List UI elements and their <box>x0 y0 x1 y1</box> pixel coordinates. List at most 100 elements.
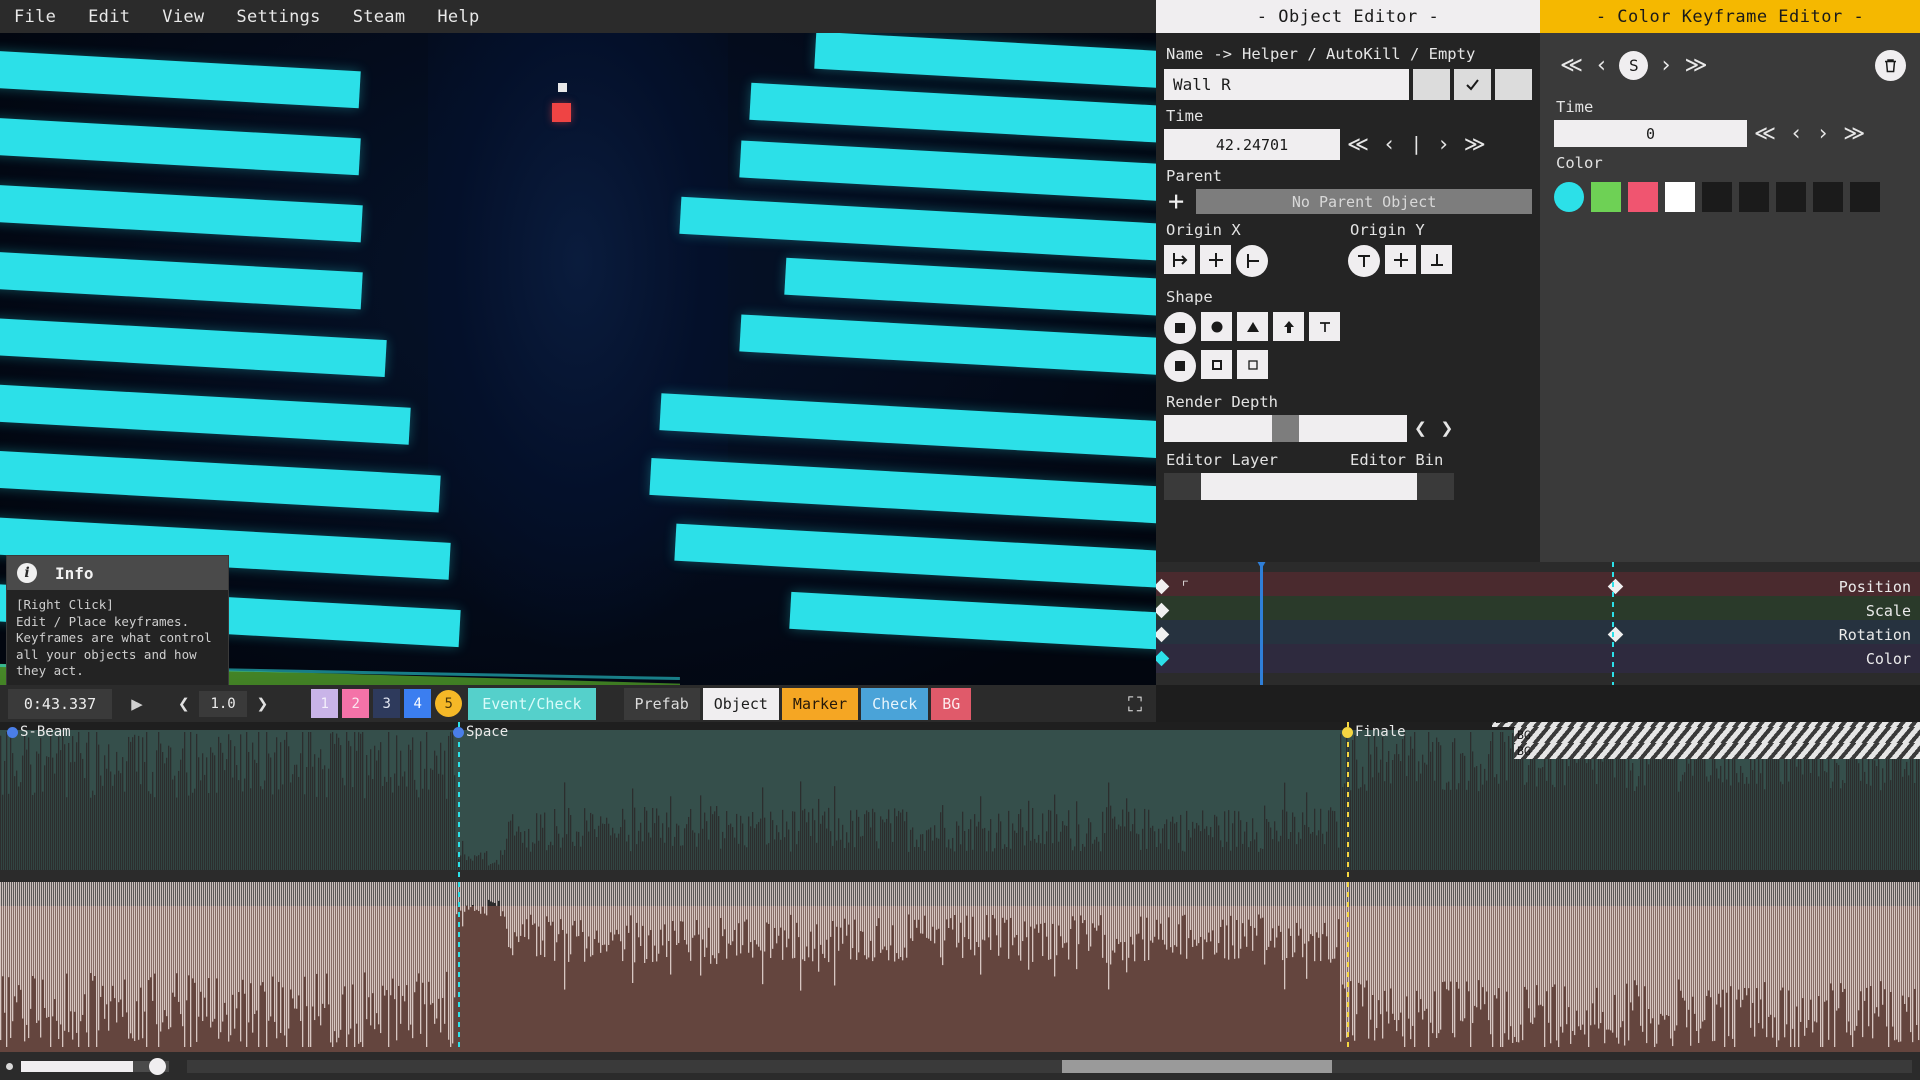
trash-icon[interactable] <box>1875 50 1906 81</box>
horizontal-scrollbar[interactable] <box>187 1059 1912 1073</box>
layer-button-5[interactable]: 5 <box>435 690 463 717</box>
tab-prefab[interactable]: Prefab <box>623 687 700 720</box>
playback-time[interactable]: 0:43.337 <box>8 688 112 719</box>
keyframe-marker[interactable] <box>1607 578 1624 595</box>
align-left-icon[interactable] <box>1164 245 1195 274</box>
square-outline-thin-icon[interactable] <box>1237 350 1268 379</box>
arrow-up-icon[interactable] <box>1273 312 1304 341</box>
marker-dot[interactable] <box>7 727 18 738</box>
timeline-object[interactable]: BG <box>1514 743 1920 759</box>
main-timeline[interactable]: S-Beam Space Finale BG Space Particle BG… <box>0 722 1920 1052</box>
layer-button-4[interactable]: 4 <box>404 689 432 718</box>
time-last-icon[interactable]: ≫ <box>1457 134 1493 155</box>
color-swatch-0[interactable] <box>1554 182 1584 212</box>
wall-bar <box>749 82 1156 145</box>
color-time-last-icon[interactable]: ≫ <box>1836 123 1872 144</box>
depth-next-icon[interactable]: ❯ <box>1434 418 1461 439</box>
color-swatch-2[interactable] <box>1628 182 1658 212</box>
text-icon[interactable] <box>1309 312 1340 341</box>
keyframe-marker[interactable] <box>1156 602 1170 619</box>
editor-bin-inc[interactable] <box>1417 473 1454 500</box>
align-top-icon[interactable] <box>1348 245 1380 277</box>
menu-item-steam[interactable]: Steam <box>353 7 406 27</box>
color-swatch-8[interactable] <box>1850 182 1880 212</box>
layer-button-2[interactable]: 2 <box>342 689 370 718</box>
color-swatch-6[interactable] <box>1776 182 1806 212</box>
keyframe-marker[interactable] <box>1156 578 1170 595</box>
name-option-button[interactable] <box>1413 69 1450 100</box>
keyframe-playhead[interactable] <box>1253 562 1270 685</box>
triangle-icon[interactable] <box>1237 312 1268 341</box>
editor-bin-input[interactable] <box>1309 473 1417 500</box>
editor-layer-dec[interactable] <box>1164 473 1201 500</box>
tab-check[interactable]: Check <box>861 687 929 720</box>
color-swatch-4[interactable] <box>1702 182 1732 212</box>
name-extra-button[interactable] <box>1495 69 1532 100</box>
play-icon[interactable]: ▶ <box>118 690 156 718</box>
menu-item-file[interactable]: File <box>14 7 56 27</box>
keyframe-marker[interactable] <box>1156 650 1170 667</box>
time-first-icon[interactable]: ≪ <box>1340 134 1376 155</box>
keyframe-next-icon[interactable]: › <box>1653 54 1678 77</box>
speed-decrease-icon[interactable]: ❮ <box>171 693 196 715</box>
plus-icon[interactable]: + <box>1164 188 1188 215</box>
render-depth-secondary[interactable] <box>1299 415 1407 442</box>
speed-increase-icon[interactable]: ❯ <box>250 693 275 715</box>
info-body: [Right Click] Edit / Place keyframes. Ke… <box>16 597 212 678</box>
time-current-icon[interactable]: | <box>1403 135 1430 154</box>
timeline-object[interactable]: BG <box>1514 727 1920 743</box>
keyframe-lane-color[interactable]: Color <box>1156 644 1920 673</box>
time-prev-icon[interactable]: ‹ <box>1376 134 1403 155</box>
keyframe-last-icon[interactable]: ≫ <box>1679 54 1714 77</box>
speed-value[interactable]: 1.0 <box>199 690 247 717</box>
render-depth-input[interactable] <box>1164 415 1272 442</box>
depth-prev-icon[interactable]: ❮ <box>1407 418 1434 439</box>
tab-marker[interactable]: Marker <box>781 687 859 720</box>
zoom-slider-knob[interactable] <box>149 1057 166 1075</box>
square-outline-icon[interactable] <box>1201 350 1232 379</box>
marker-dot[interactable] <box>1342 727 1353 738</box>
menu-item-edit[interactable]: Edit <box>88 7 130 27</box>
color-time-input[interactable] <box>1554 120 1747 147</box>
zoom-slider[interactable] <box>21 1057 169 1075</box>
layer-button-3[interactable]: 3 <box>373 689 401 718</box>
marker-dot[interactable] <box>453 727 464 738</box>
color-swatch-5[interactable] <box>1739 182 1769 212</box>
time-next-icon[interactable]: › <box>1430 134 1457 155</box>
color-time-prev-icon[interactable]: ‹ <box>1783 123 1810 144</box>
keyframe-marker[interactable] <box>1156 626 1170 643</box>
square-icon[interactable] <box>1164 312 1196 344</box>
circle-icon[interactable] <box>1201 312 1232 341</box>
keyframe-prev-icon[interactable]: ‹ <box>1589 54 1614 77</box>
time-input[interactable] <box>1164 129 1340 160</box>
tab-bg[interactable]: BG <box>931 687 972 720</box>
color-swatch-3[interactable] <box>1665 182 1695 212</box>
tab-object[interactable]: Object <box>702 687 779 720</box>
align-bottom-icon[interactable] <box>1421 245 1452 274</box>
editor-layer-input[interactable] <box>1201 473 1309 500</box>
check-icon[interactable] <box>1454 69 1491 100</box>
name-input[interactable] <box>1164 69 1409 100</box>
align-center-icon[interactable] <box>1200 245 1231 274</box>
event-check-button[interactable]: Event/Check <box>468 687 596 720</box>
menu-item-settings[interactable]: Settings <box>236 7 320 27</box>
align-right-icon[interactable] <box>1236 245 1268 277</box>
parent-value[interactable]: No Parent Object <box>1196 189 1532 214</box>
keyframe-marker[interactable] <box>1607 626 1624 643</box>
fullscreen-icon[interactable]: ⛶ <box>1128 692 1148 716</box>
color-time-first-icon[interactable]: ≪ <box>1747 123 1783 144</box>
color-swatch-7[interactable] <box>1813 182 1843 212</box>
color-time-next-icon[interactable]: › <box>1810 123 1837 144</box>
layer-button-1[interactable]: 1 <box>311 689 339 718</box>
menu-item-help[interactable]: Help <box>437 7 479 27</box>
align-middle-icon[interactable] <box>1385 245 1416 274</box>
keyframe-first-icon[interactable]: ≪ <box>1554 54 1589 77</box>
playhead-handle[interactable] <box>1253 562 1270 569</box>
color-swatch-1[interactable] <box>1591 182 1621 212</box>
menu-item-view[interactable]: View <box>162 7 204 27</box>
square-filled-icon[interactable] <box>1164 350 1196 382</box>
keyframe-snap-button[interactable]: S <box>1619 51 1649 80</box>
keyframe-lane-timeline[interactable]: ⌜ Position Scale Rotation Color <box>1156 562 1920 685</box>
zoom-out-icon[interactable] <box>6 1062 13 1070</box>
scrollbar-thumb[interactable] <box>1062 1059 1332 1073</box>
